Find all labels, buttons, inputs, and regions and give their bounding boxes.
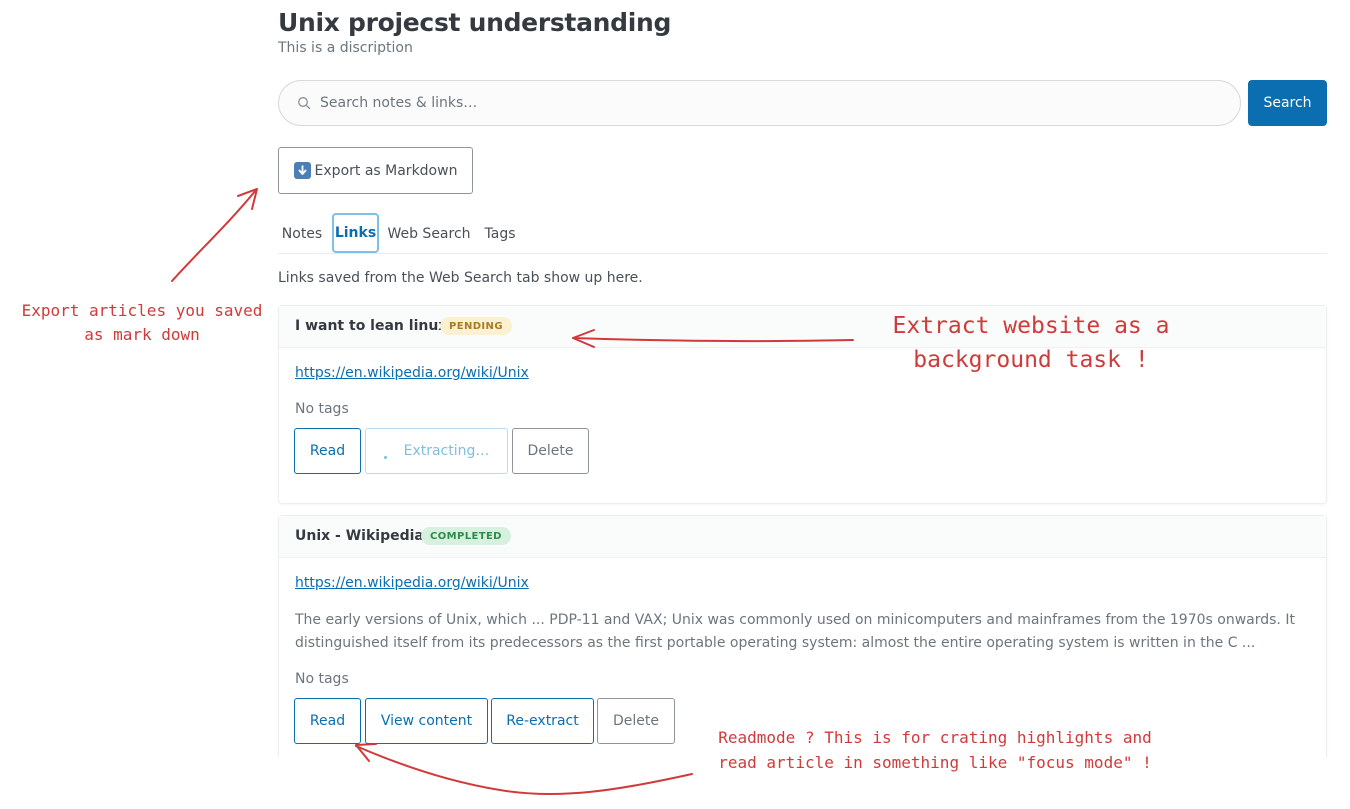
link-title: Unix - Wikipedia [295, 528, 424, 544]
delete-button[interactable]: Delete [512, 428, 589, 474]
link-title: I want to lean linux [295, 318, 448, 334]
link-excerpt: The early versions of Unix, which ... PD… [295, 609, 1295, 655]
page-title: Unix projecst understanding [278, 8, 672, 37]
export-label: Export as Markdown [314, 162, 458, 179]
export-arrow [171, 189, 257, 282]
page-subtitle: This is a discription [278, 40, 413, 56]
link-url[interactable]: https://en.wikipedia.org/wiki/Unix [295, 575, 529, 591]
export-annotation: Export articles you saved as mark down [10, 299, 274, 347]
links-hint: Links saved from the Web Search tab show… [278, 270, 643, 286]
spinner-icon [383, 455, 387, 459]
search-bar[interactable] [278, 80, 1241, 126]
export-arrowhead [237, 188, 258, 210]
link-url[interactable]: https://en.wikipedia.org/wiki/Unix [295, 365, 529, 381]
link-tags: No tags [295, 401, 349, 417]
excerpt-line: distinguished itself from its predecesso… [295, 635, 1256, 651]
re-extract-button[interactable]: Re-extract [491, 698, 594, 744]
extracting-label: Extracting… [403, 443, 490, 459]
search-icon [298, 97, 311, 110]
annotation-line: Readmode ? This is for crating highlight… [718, 728, 1152, 747]
view-content-button[interactable]: View content [365, 698, 488, 744]
read-button[interactable]: Read [294, 428, 361, 474]
status-badge: PENDING [440, 317, 512, 335]
tab-web-search[interactable]: Web Search [386, 213, 472, 254]
read-annotation: Readmode ? This is for crating highlight… [700, 725, 1170, 775]
export-markdown-button[interactable]: Export as Markdown [278, 147, 473, 194]
read-button[interactable]: Read [294, 698, 361, 744]
extract-annotation: Extract website as a background task ! [862, 309, 1200, 377]
tab-tags[interactable]: Tags [481, 213, 519, 254]
link-tags: No tags [295, 671, 349, 687]
card-header: Unix - Wikipedia COMPLETED [279, 516, 1326, 558]
delete-button[interactable]: Delete [597, 698, 675, 744]
annotation-line: as mark down [84, 325, 200, 344]
down-arrow-icon [293, 162, 311, 179]
excerpt-line: The early versions of Unix, which ... PD… [295, 612, 1295, 628]
tab-notes[interactable]: Notes [278, 213, 326, 254]
status-badge: COMPLETED [421, 527, 511, 545]
search-button[interactable]: Search [1248, 80, 1327, 126]
annotation-line: background task ! [913, 347, 1149, 373]
annotation-line: Extract website as a [892, 313, 1170, 339]
tab-bar: Notes Links Web Search Tags [278, 213, 1327, 254]
annotation-line: Export articles you saved [21, 301, 263, 320]
extracting-button[interactable]: Extracting… [365, 428, 508, 474]
search-input[interactable] [319, 81, 1219, 125]
annotation-line: read article in something like "focus mo… [718, 753, 1152, 772]
tab-links[interactable]: Links [332, 213, 379, 253]
